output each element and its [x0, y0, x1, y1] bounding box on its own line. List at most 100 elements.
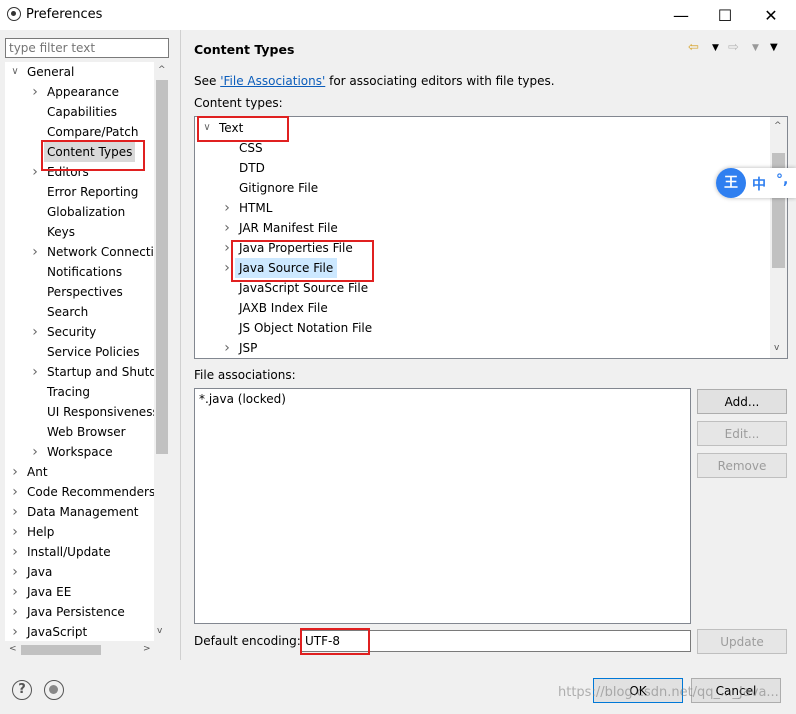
tree-item-label: Appearance: [47, 85, 120, 99]
tree-item[interactable]: › Workspace: [5, 442, 170, 462]
tree-item-label: General: [27, 65, 75, 79]
file-associations-link[interactable]: 'File Associations': [220, 74, 325, 88]
tree-item-label: Globalization: [47, 205, 126, 219]
tree-item[interactable]: › Java Persistence: [5, 602, 170, 622]
chevron-right-icon[interactable]: ›: [9, 502, 21, 522]
tree-item[interactable]: › Help: [5, 522, 170, 542]
chevron-right-icon[interactable]: ›: [9, 542, 21, 562]
tree-item[interactable]: Search: [5, 302, 170, 322]
file-associations-label: File associations:: [194, 368, 296, 382]
panel-divider: [180, 30, 181, 660]
tree-item[interactable]: › Java: [5, 562, 170, 582]
tree-item-label: Startup and Shutd: [47, 365, 157, 379]
chevron-right-icon[interactable]: ›: [9, 602, 21, 622]
tree-item[interactable]: Notifications: [5, 262, 170, 282]
tree-item[interactable]: Perspectives: [5, 282, 170, 302]
tree-item-label: Capabilities: [47, 105, 117, 119]
scrollbar-thumb[interactable]: [21, 645, 101, 655]
tree-item[interactable]: › JavaScript: [5, 622, 170, 642]
forward-menu-chevron-icon[interactable]: ▼: [752, 43, 759, 59]
tree-item[interactable]: Service Policies: [5, 342, 170, 362]
chevron-right-icon[interactable]: ›: [9, 582, 21, 602]
tree-item[interactable]: › Data Management: [5, 502, 170, 522]
chevron-right-icon[interactable]: ›: [221, 198, 233, 218]
scrollbar-thumb[interactable]: [156, 80, 168, 454]
tree-item[interactable]: Globalization: [5, 202, 170, 222]
chevron-right-icon[interactable]: ›: [221, 338, 233, 358]
chevron-right-icon[interactable]: ›: [9, 462, 21, 482]
see-file-associations-line: See 'File Associations' for associating …: [194, 74, 555, 88]
content-type-label: JSP: [239, 341, 258, 355]
view-menu-icon[interactable]: ▼: [770, 42, 778, 58]
tree-item[interactable]: › Appearance: [5, 82, 170, 102]
ime-logo-icon[interactable]: 王: [716, 168, 746, 198]
tree-item[interactable]: › Ant: [5, 462, 170, 482]
tree-item-label: Tracing: [47, 385, 91, 399]
tree-item[interactable]: Keys: [5, 222, 170, 242]
forward-arrow-icon[interactable]: ⇨: [728, 40, 739, 56]
chevron-right-icon[interactable]: ›: [29, 322, 41, 342]
file-association-item[interactable]: *.java (locked): [199, 392, 286, 406]
content-type-label: DTD: [239, 161, 265, 175]
back-arrow-icon[interactable]: ⇦: [688, 40, 699, 56]
chevron-right-icon[interactable]: ›: [29, 242, 41, 262]
tree-item[interactable]: Compare/Patch: [5, 122, 170, 142]
maximize-button[interactable]: ☐: [702, 0, 748, 30]
scroll-down-icon[interactable]: v: [157, 626, 162, 636]
filter-input[interactable]: [5, 38, 169, 58]
chevron-right-icon[interactable]: ›: [29, 442, 41, 462]
tree-item-label: JavaScript: [27, 625, 88, 639]
tree-item-label: Web Browser: [47, 425, 126, 439]
chevron-right-icon[interactable]: ›: [9, 522, 21, 542]
scroll-right-icon[interactable]: >: [143, 644, 151, 654]
close-button[interactable]: ✕: [748, 0, 794, 30]
tree-item[interactable]: Web Browser: [5, 422, 170, 442]
tree-item[interactable]: Error Reporting: [5, 182, 170, 202]
content-types-scrollbar[interactable]: ^ v: [770, 117, 787, 358]
tree-item[interactable]: › Security: [5, 322, 170, 342]
tree-item[interactable]: › Startup and Shutd: [5, 362, 170, 382]
title-bar: Preferences — ☐ ✕: [0, 0, 796, 30]
edit-button[interactable]: Edit...: [697, 421, 787, 446]
tree-item-label: Workspace: [47, 445, 113, 459]
page-title: Content Types: [194, 42, 295, 57]
tree-item-label: Ant: [27, 465, 48, 479]
tree-item[interactable]: Capabilities: [5, 102, 170, 122]
tree-horizontal-scrollbar[interactable]: < >: [5, 641, 170, 659]
ime-toolbar[interactable]: 王 中 °,: [716, 168, 796, 198]
highlight-box: [197, 116, 289, 142]
ime-punctuation[interactable]: °,: [776, 172, 788, 188]
chevron-right-icon[interactable]: ›: [29, 162, 41, 182]
tree-item-label: Service Policies: [47, 345, 140, 359]
chevron-right-icon[interactable]: ›: [9, 562, 21, 582]
scroll-left-icon[interactable]: <: [9, 644, 17, 654]
tree-item[interactable]: › Install/Update: [5, 542, 170, 562]
help-icon[interactable]: ?: [12, 680, 32, 700]
tree-item-label: Help: [27, 525, 55, 539]
chevron-right-icon[interactable]: ›: [9, 482, 21, 502]
back-menu-chevron-icon[interactable]: ▼: [712, 43, 719, 59]
scroll-down-icon[interactable]: v: [774, 343, 779, 353]
content-type-label: JAXB Index File: [239, 301, 328, 315]
tree-item[interactable]: › Network Connecti: [5, 242, 170, 262]
chevron-right-icon[interactable]: ›: [29, 362, 41, 382]
tree-vertical-scrollbar[interactable]: ^ v: [154, 62, 170, 641]
minimize-button[interactable]: —: [658, 0, 704, 30]
remove-button[interactable]: Remove: [697, 453, 787, 478]
ime-mode[interactable]: 中: [752, 174, 766, 194]
chevron-down-icon[interactable]: ∨: [9, 62, 21, 82]
scroll-up-icon[interactable]: ^: [774, 121, 782, 131]
tree-item[interactable]: UI Responsiveness: [5, 402, 170, 422]
add-button[interactable]: Add...: [697, 389, 787, 414]
tree-item[interactable]: › Code Recommenders: [5, 482, 170, 502]
record-icon[interactable]: [44, 680, 64, 700]
tree-item[interactable]: › Java EE: [5, 582, 170, 602]
chevron-right-icon[interactable]: ›: [221, 218, 233, 238]
tree-item[interactable]: Tracing: [5, 382, 170, 402]
scroll-up-icon[interactable]: ^: [158, 65, 166, 75]
chevron-right-icon[interactable]: ›: [29, 82, 41, 102]
content-type-label: HTML: [239, 201, 273, 215]
tree-item[interactable]: ∨ General: [5, 62, 170, 82]
chevron-right-icon[interactable]: ›: [9, 622, 21, 642]
update-button[interactable]: Update: [697, 629, 787, 654]
